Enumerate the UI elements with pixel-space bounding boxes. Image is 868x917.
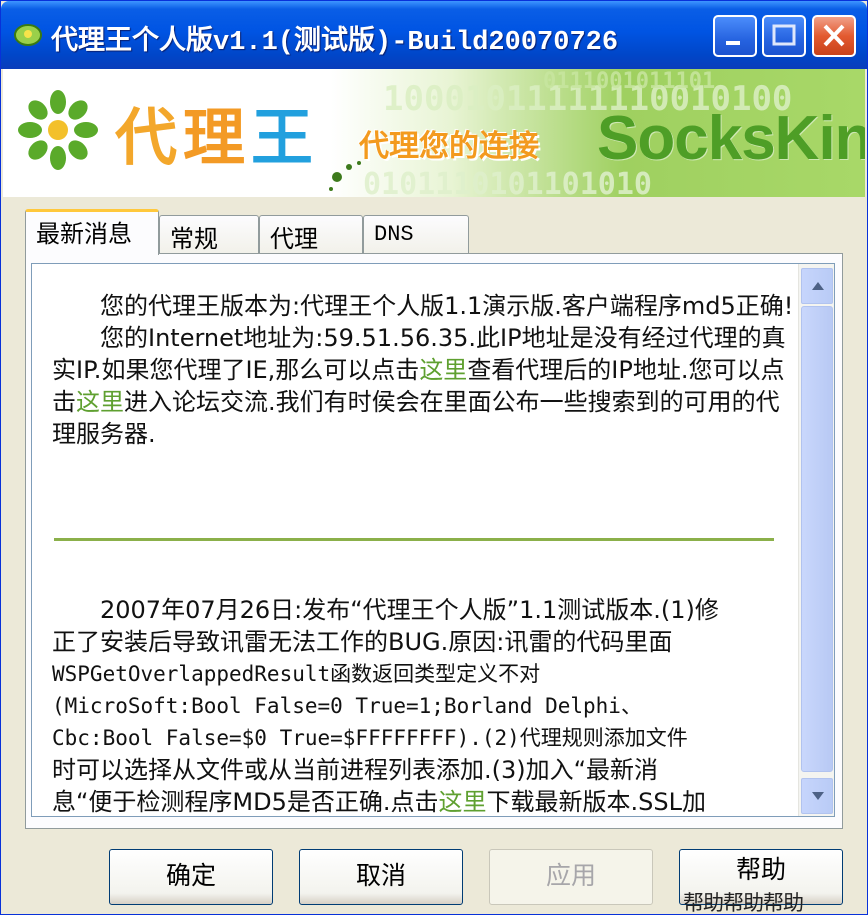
minimize-icon [726, 41, 740, 45]
news-text-part: 息“便于检测程序MD5是否正确.点击 [52, 788, 439, 816]
ip-text: 您的Internet地址为:59.51.56.35.此IP地址是没有经过代理的真… [52, 322, 796, 450]
vertical-scrollbar[interactable] [798, 264, 834, 816]
help-label-artifact: 帮助帮助帮助 [683, 891, 804, 915]
news-line: WSPGetOverlappedResult函数返回类型定义不对 [52, 662, 541, 686]
news-line: 2007年07月26日:发布“代理王个人版”1.1测试版本.(1)修 [100, 596, 719, 624]
banner: 10001011111110010100 0101110101101010 01… [3, 69, 865, 197]
close-button[interactable] [812, 15, 856, 57]
scroll-down-button[interactable] [801, 778, 833, 814]
flower-logo-icon [18, 90, 98, 170]
divider [54, 538, 774, 541]
news-line: (MicroSoft:Bool False=0 True=1;Borland D… [52, 694, 642, 718]
news-line: 息“便于检测程序MD5是否正确.点击这里下载最新版本.SSL加 [52, 786, 796, 816]
app-icon [14, 24, 42, 46]
maximize-button[interactable] [762, 15, 806, 57]
brand-name: 代理王 [115, 87, 319, 177]
banner-binary-text: 0111001011101 [543, 69, 716, 94]
news-line: 正了安装后导致讯雷无法工作的BUG.原因:讯雷的代码里面 [52, 628, 673, 656]
brand-char: 理 [183, 101, 252, 174]
tab-dns[interactable]: DNS [363, 215, 469, 253]
tab-proxy[interactable]: 代理 [259, 215, 363, 253]
current-info: 您的代理王版本为:代理王个人版1.1演示版.客户端程序md5正确! 您的Inte… [52, 290, 796, 450]
version-text: 您的代理王版本为:代理王个人版1.1演示版.客户端程序md5正确! [100, 292, 794, 320]
download-link[interactable]: 这里 [439, 788, 487, 816]
close-icon [823, 24, 845, 47]
brand-char: 王 [251, 101, 320, 174]
maximize-icon [772, 24, 796, 46]
ok-button[interactable]: 确定 [109, 849, 273, 905]
news-line: Cbc:Bool False=$0 True=$FFFFFFFF).(2)代理规… [52, 726, 688, 750]
banner-slogan: 代理您的连接 [359, 129, 539, 164]
tab-latest-news[interactable]: 最新消息 [25, 209, 159, 255]
forum-link[interactable]: 这里 [76, 388, 124, 416]
arrow-down-icon [812, 792, 824, 800]
proxy-king-window: 代理王个人版v1.1(测试版)-Build20070726 1000101111… [0, 0, 868, 915]
ip-text-part: 进入论坛交流.我们有时侯会在里面公布一些搜索到的可用的代理服务器. [52, 388, 780, 448]
window-title: 代理王个人版v1.1(测试版)-Build20070726 [51, 28, 619, 58]
arrow-up-icon [812, 282, 824, 290]
product-name: SocksKing [597, 104, 865, 173]
minimize-button[interactable] [713, 15, 757, 57]
release-notes: 2007年07月26日:发布“代理王个人版”1.1测试版本.(1)修 正了安装后… [52, 594, 796, 816]
scroll-up-button[interactable] [801, 268, 833, 304]
tab-general[interactable]: 常规 [159, 215, 259, 253]
news-line: 时可以选择从文件或从当前进程列表添加.(3)加入“最新消 [52, 756, 659, 784]
news-text-part: 下载最新版本.SSL加 [486, 788, 706, 816]
news-content[interactable]: 您的代理王版本为:代理王个人版1.1演示版.客户端程序md5正确! 您的Inte… [31, 263, 835, 817]
brand-char: 代 [115, 101, 184, 174]
cancel-button[interactable]: 取消 [299, 849, 463, 905]
scroll-thumb[interactable] [801, 306, 833, 772]
apply-button[interactable]: 应用 [489, 849, 653, 905]
view-ip-link[interactable]: 这里 [419, 356, 467, 384]
title-bar[interactable]: 代理王个人版v1.1(测试版)-Build20070726 [1, 1, 867, 69]
